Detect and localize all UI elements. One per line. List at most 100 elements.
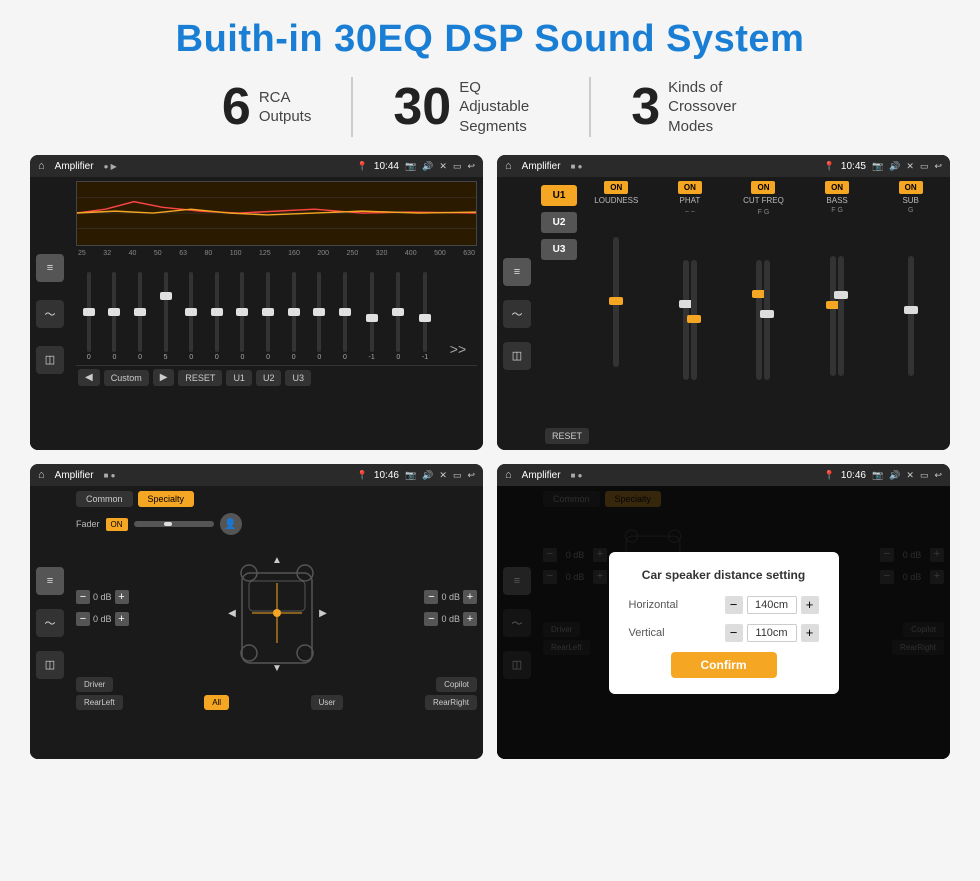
preset-custom-btn[interactable]: Custom xyxy=(104,370,149,386)
fader-slider[interactable] xyxy=(134,521,214,527)
home-icon-s2[interactable]: ⌂ xyxy=(505,160,512,172)
speaker-icon-btn[interactable]: ◫ xyxy=(36,346,64,374)
eq-sliders: 0 0 0 5 0 0 0 0 0 0 0 -1 0 -1 >> xyxy=(76,261,477,361)
location-icon-s4: 📍 xyxy=(824,470,835,481)
reset-btn-s2[interactable]: RESET xyxy=(545,428,589,444)
rl-minus-btn[interactable]: − xyxy=(76,612,90,626)
cutfreq-f-slider[interactable] xyxy=(756,260,762,380)
phat-f-slider[interactable] xyxy=(691,260,697,380)
bass-sublabel: F G xyxy=(831,207,843,214)
bass-g-slider[interactable] xyxy=(838,256,844,376)
phat-on-btn[interactable]: ON xyxy=(678,181,702,194)
x-icon-s2: ✕ xyxy=(906,161,914,172)
wave-icon-btn-s2[interactable]: 〜 xyxy=(503,300,531,328)
stat-crossover: 3 Kinds ofCrossover Modes xyxy=(591,78,798,137)
bass-f-slider[interactable] xyxy=(830,256,836,376)
cutfreq-on-btn[interactable]: ON xyxy=(751,181,775,194)
fr-vol-value: 0 dB xyxy=(441,592,460,602)
user-btn-s3[interactable]: User xyxy=(311,695,344,710)
copilot-btn-s3[interactable]: Copilot xyxy=(436,677,477,692)
fader-thumb xyxy=(164,522,172,526)
driver-btn-s3[interactable]: Driver xyxy=(76,677,113,692)
back-icon-s2[interactable]: ↩ xyxy=(934,161,942,172)
rearright-btn-s3[interactable]: RearRight xyxy=(425,695,477,710)
cam-icon-s4: 📷 xyxy=(872,470,883,481)
speaker-icon-btn-s2[interactable]: ◫ xyxy=(503,342,531,370)
stat-crossover-label: Kinds ofCrossover Modes xyxy=(668,78,758,137)
svg-text:◀: ◀ xyxy=(228,608,236,619)
back-icon-s3[interactable]: ↩ xyxy=(467,470,475,481)
prev-btn[interactable]: ◀ xyxy=(78,369,100,386)
cam-icon-s3: 📷 xyxy=(405,470,416,481)
sub-on-btn[interactable]: ON xyxy=(899,181,923,194)
bass-on-btn[interactable]: ON xyxy=(825,181,849,194)
wave-icon-s3[interactable]: 〜 xyxy=(36,609,64,637)
rearleft-btn-s3[interactable]: RearLeft xyxy=(76,695,123,710)
back-icon-s4[interactable]: ↩ xyxy=(934,470,942,481)
svg-text:▶: ▶ xyxy=(319,608,327,619)
eq-slider-12: 0 xyxy=(396,272,400,361)
location-icon-s3: 📍 xyxy=(357,470,368,481)
speaker-icon-s3[interactable]: ◫ xyxy=(36,651,64,679)
bass-slider-area xyxy=(830,216,844,376)
u3-btn-s1[interactable]: U3 xyxy=(285,370,311,386)
fr-plus-btn[interactable]: + xyxy=(463,590,477,604)
fr-vol-row: − 0 dB + xyxy=(424,590,477,604)
specialty-tab-s3[interactable]: Specialty xyxy=(138,491,195,507)
eq-icon-btn-s2[interactable]: ≡ xyxy=(503,258,531,286)
eq-icon-s3[interactable]: ≡ xyxy=(36,567,64,595)
screen-eq: ⌂ Amplifier ● ▶ 📍 10:44 📷 🔊 ✕ ▭ ↩ ≡ 〜 ◫ xyxy=(30,155,483,450)
channel-phat: ON PHAT ~ ~ xyxy=(655,181,726,446)
stat-eq-number: 30 xyxy=(393,81,451,133)
u3-btn-s2[interactable]: U3 xyxy=(541,239,577,260)
svg-text:▼: ▼ xyxy=(272,663,282,673)
all-btn-s3[interactable]: All xyxy=(204,695,229,710)
u2-btn-s2[interactable]: U2 xyxy=(541,212,577,233)
u1-btn-s2[interactable]: U1 xyxy=(541,185,577,206)
home-icon-s3[interactable]: ⌂ xyxy=(38,469,45,481)
common-tab-s3[interactable]: Common xyxy=(76,491,133,507)
horizontal-plus-btn[interactable]: + xyxy=(801,596,819,614)
eq-freq-labels: 253240506380100125160200250320400500630 xyxy=(76,250,477,257)
u2-btn-s1[interactable]: U2 xyxy=(256,370,282,386)
wave-icon-btn[interactable]: 〜 xyxy=(36,300,64,328)
sub-g-slider[interactable] xyxy=(908,256,914,376)
confirm-btn[interactable]: Confirm xyxy=(671,652,777,678)
distance-dialog: Car speaker distance setting Horizontal … xyxy=(609,552,839,694)
eq-slider-9: 0 xyxy=(317,272,321,361)
cutfreq-g-slider[interactable] xyxy=(764,260,770,380)
screens-grid: ⌂ Amplifier ● ▶ 📍 10:44 📷 🔊 ✕ ▭ ↩ ≡ 〜 ◫ xyxy=(30,155,950,759)
reset-btn-s1[interactable]: RESET xyxy=(178,370,222,386)
horizontal-value: 140cm xyxy=(747,596,797,614)
u1-btn-s1[interactable]: U1 xyxy=(226,370,252,386)
loudness-slider[interactable] xyxy=(613,237,619,367)
rl-plus-btn[interactable]: + xyxy=(115,612,129,626)
vertical-plus-btn[interactable]: + xyxy=(801,624,819,642)
fl-plus-btn[interactable]: + xyxy=(115,590,129,604)
x-icon-s4: ✕ xyxy=(906,470,914,481)
home-icon-s4[interactable]: ⌂ xyxy=(505,469,512,481)
stat-crossover-number: 3 xyxy=(631,81,660,133)
rr-plus-btn[interactable]: + xyxy=(463,612,477,626)
loudness-on-btn[interactable]: ON xyxy=(604,181,628,194)
sub-slider-area xyxy=(908,216,914,376)
avatar-icon-s3[interactable]: 👤 xyxy=(220,513,242,535)
rr-minus-btn[interactable]: − xyxy=(424,612,438,626)
home-icon-s1[interactable]: ⌂ xyxy=(38,160,45,172)
channel-loudness: ON LOUDNESS xyxy=(581,181,652,446)
cutfreq-label: CUT FREQ xyxy=(743,196,784,205)
fader-on-btn[interactable]: ON xyxy=(106,518,128,531)
fr-minus-btn[interactable]: − xyxy=(424,590,438,604)
rl-vol-row: − 0 dB + xyxy=(76,612,129,626)
right-vol-controls: − 0 dB + − 0 dB + xyxy=(424,590,477,626)
window-icon-s2: ▭ xyxy=(920,161,929,172)
horizontal-minus-btn[interactable]: − xyxy=(725,596,743,614)
eq-icon-btn[interactable]: ≡ xyxy=(36,254,64,282)
expand-icon[interactable]: >> xyxy=(450,341,466,357)
vertical-minus-btn[interactable]: − xyxy=(725,624,743,642)
eq-slider-1: 0 xyxy=(112,272,116,361)
fl-minus-btn[interactable]: − xyxy=(76,590,90,604)
vol-icon-s3: 🔊 xyxy=(422,470,433,481)
play-btn[interactable]: ▶ xyxy=(153,369,175,386)
back-icon-s1[interactable]: ↩ xyxy=(467,161,475,172)
